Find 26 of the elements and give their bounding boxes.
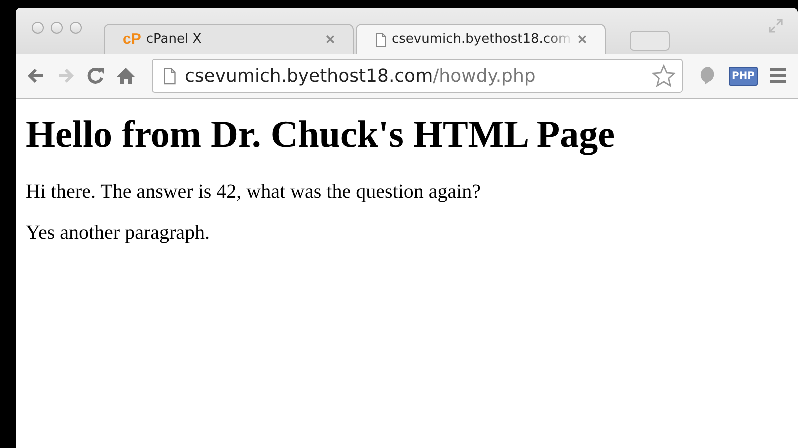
zoom-window-button[interactable]: [70, 22, 82, 34]
fullscreen-icon[interactable]: [768, 18, 784, 34]
home-icon[interactable]: [116, 66, 136, 86]
menu-icon[interactable]: [768, 66, 788, 86]
paragraph: Yes another paragraph.: [26, 222, 212, 245]
url-text: csevumich.byethost18.com/howdy.php: [185, 66, 537, 86]
reload-icon[interactable]: [86, 66, 106, 86]
forward-icon[interactable]: [56, 66, 76, 86]
close-tab-icon[interactable]: [326, 35, 335, 44]
minimize-window-button[interactable]: [51, 22, 63, 34]
page-icon: [163, 68, 177, 84]
page-icon: [375, 32, 387, 46]
browser-tab[interactable]: csevumich.byethost18.com: [356, 24, 606, 54]
tab-title: csevumich.byethost18.com: [392, 32, 572, 47]
tab-title: cPanel X: [146, 32, 203, 47]
close-window-button[interactable]: [32, 22, 44, 34]
close-tab-icon[interactable]: [578, 35, 587, 44]
address-bar[interactable]: csevumich.byethost18.com/howdy.php: [152, 59, 683, 93]
page-heading: Hello from Dr. Chuck's HTML Page: [26, 113, 616, 157]
bookmark-star-icon[interactable]: [652, 64, 676, 88]
paragraph: Hi there. The answer is 42, what was the question again?: [26, 181, 482, 204]
php-extension-button[interactable]: PHP: [728, 66, 758, 86]
new-tab-button[interactable]: [630, 31, 670, 51]
back-icon[interactable]: [26, 66, 46, 86]
browser-tab[interactable]: cP cPanel X: [104, 24, 354, 54]
cpanel-logo: cP: [123, 31, 142, 48]
